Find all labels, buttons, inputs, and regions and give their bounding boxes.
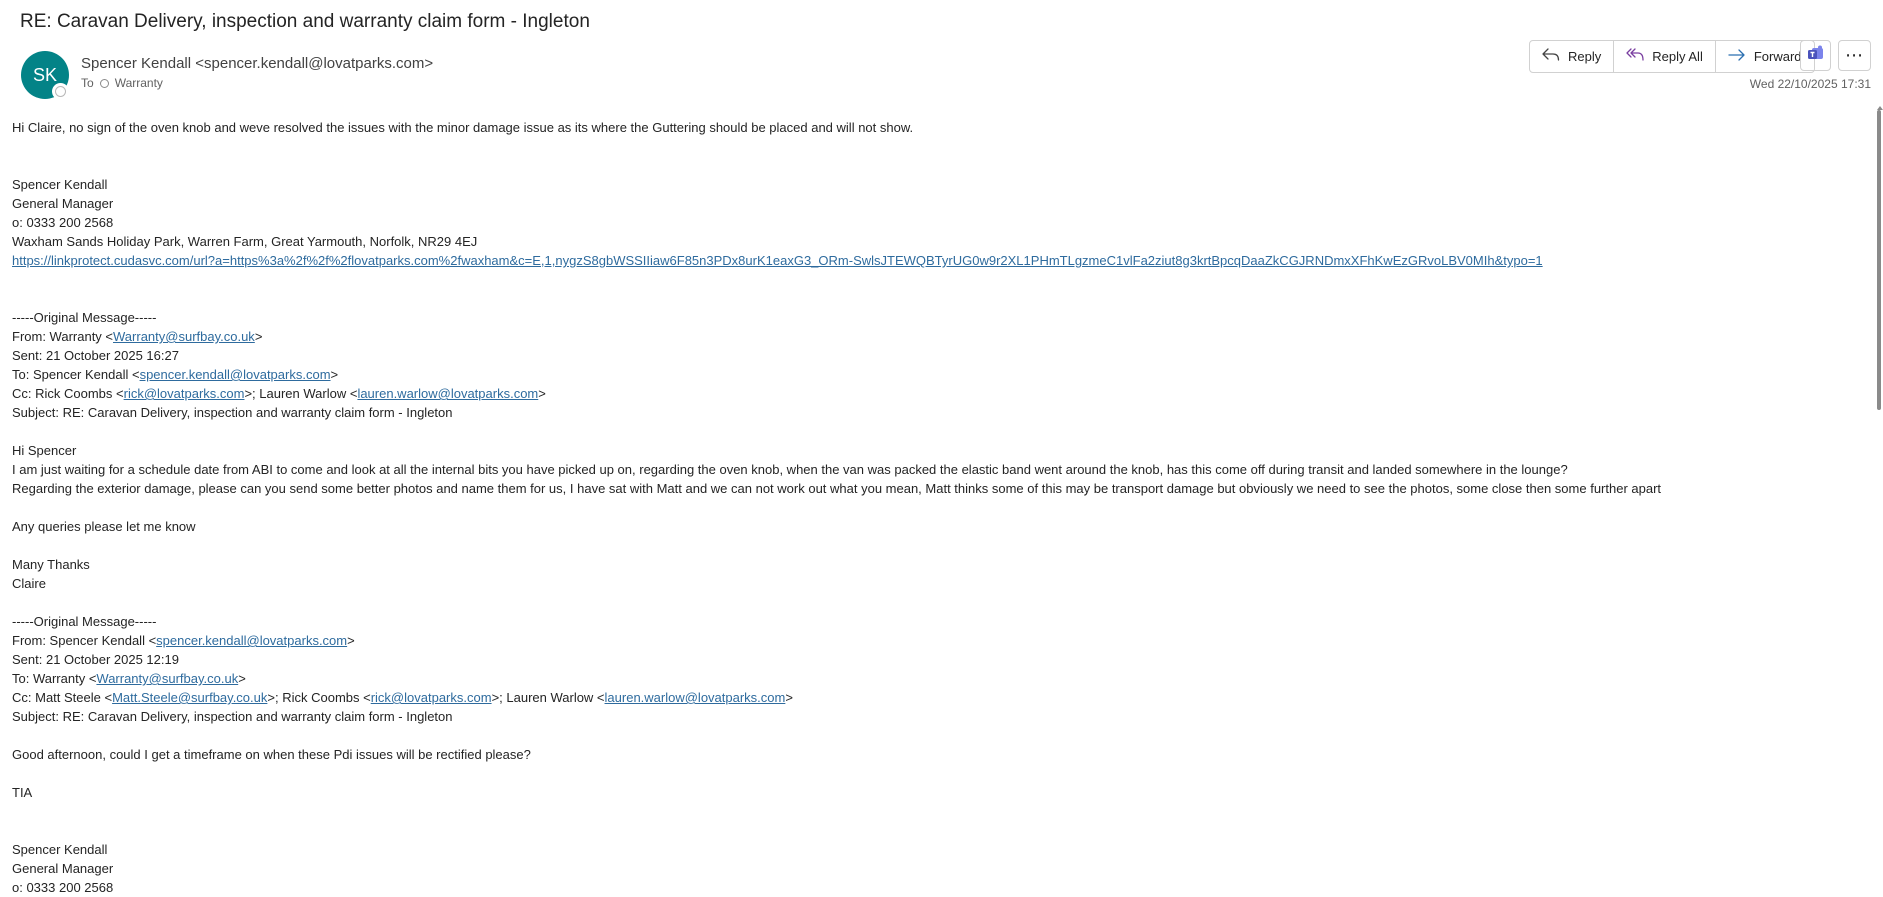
orig1-cc-email-2[interactable]: lauren.warlow@lovatparks.com: [357, 386, 538, 401]
sig2-name: Spencer Kendall: [12, 842, 108, 857]
orig2-subject: Subject: RE: Caravan Delivery, inspectio…: [12, 709, 453, 724]
email-body: Hi Claire, no sign of the oven knob and …: [12, 118, 1872, 897]
sig2-title: General Manager: [12, 861, 114, 876]
reply-button[interactable]: Reply: [1530, 41, 1615, 72]
orig1-cc: Cc: Rick Coombs <rick@lovatparks.com>; L…: [12, 386, 546, 401]
sig1-title: General Manager: [12, 196, 114, 211]
orig2-from-email[interactable]: spencer.kendall@lovatparks.com: [156, 633, 347, 648]
orig1-marker: -----Original Message-----: [12, 310, 157, 325]
orig2-cc-email-1[interactable]: Matt.Steele@surfbay.co.uk: [112, 690, 267, 705]
reply-icon: [1542, 48, 1560, 65]
orig1-to-email[interactable]: spencer.kendall@lovatparks.com: [140, 367, 331, 382]
orig1-from-email[interactable]: Warranty@surfbay.co.uk: [113, 329, 255, 344]
sig1-link[interactable]: https://linkprotect.cudasvc.com/url?a=ht…: [12, 253, 1543, 268]
scrollbar[interactable]: [1877, 106, 1883, 884]
orig2-cc-email-2[interactable]: rick@lovatparks.com: [371, 690, 492, 705]
orig1-paragraph-2: Regarding the exterior damage, please ca…: [12, 481, 1662, 496]
orig2-to: To: Warranty <Warranty@surfbay.co.uk>: [12, 671, 246, 686]
orig2-paragraph-2: TIA: [12, 785, 33, 800]
forward-button[interactable]: Forward: [1716, 41, 1814, 72]
recipient-presence-icon: [99, 78, 109, 88]
more-options-button[interactable]: ⋯: [1838, 40, 1871, 71]
presence-status-icon: [55, 86, 66, 97]
sig1-address: Waxham Sands Holiday Park, Warren Farm, …: [12, 234, 478, 249]
orig2-to-email[interactable]: Warranty@surfbay.co.uk: [96, 671, 238, 686]
orig2-cc: Cc: Matt Steele <Matt.Steele@surfbay.co.…: [12, 690, 793, 705]
reply-all-label: Reply All: [1652, 49, 1703, 64]
orig1-paragraph-1: I am just waiting for a schedule date fr…: [12, 462, 1568, 477]
orig2-cc-email-3[interactable]: lauren.warlow@lovatparks.com: [605, 690, 786, 705]
orig1-to: To: Spencer Kendall <spencer.kendall@lov…: [12, 367, 339, 382]
reply-label: Reply: [1568, 49, 1602, 64]
orig2-from: From: Spencer Kendall <spencer.kendall@l…: [12, 633, 355, 648]
sig2-phone: o: 0333 200 2568: [12, 880, 114, 895]
forward-icon: [1728, 48, 1746, 65]
reply-all-button[interactable]: Reply All: [1614, 41, 1716, 72]
reply-actions-group: Reply Reply All Forward: [1529, 40, 1815, 73]
orig1-name: Claire: [12, 576, 46, 591]
sig1-name: Spencer Kendall: [12, 177, 108, 192]
to-label: To: [81, 76, 94, 90]
more-icon: ⋯: [1845, 45, 1864, 65]
to-line: To Warranty: [81, 76, 163, 90]
teams-button[interactable]: [1800, 40, 1831, 71]
orig2-marker: -----Original Message-----: [12, 614, 157, 629]
scrollbar-thumb[interactable]: [1877, 110, 1881, 410]
to-recipient[interactable]: Warranty: [115, 76, 163, 90]
orig2-sent: Sent: 21 October 2025 12:19: [12, 652, 179, 667]
orig2-paragraph-1: Good afternoon, could I get a timeframe …: [12, 747, 531, 762]
teams-icon: [1807, 45, 1825, 66]
sent-date: Wed 22/10/2025 17:31: [1749, 77, 1871, 91]
reply-all-icon: [1626, 48, 1644, 65]
orig1-thanks: Many Thanks: [12, 557, 90, 572]
sender-name[interactable]: Spencer Kendall <spencer.kendall@lovatpa…: [81, 55, 433, 72]
orig1-sent: Sent: 21 October 2025 16:27: [12, 348, 179, 363]
sig1-phone: o: 0333 200 2568: [12, 215, 114, 230]
orig1-cc-email-1[interactable]: rick@lovatparks.com: [124, 386, 245, 401]
intro-text: Hi Claire, no sign of the oven knob and …: [12, 120, 914, 135]
orig1-subject: Subject: RE: Caravan Delivery, inspectio…: [12, 405, 453, 420]
forward-label: Forward: [1753, 49, 1802, 64]
orig1-greeting: Hi Spencer: [12, 443, 77, 458]
orig1-queries: Any queries please let me know: [12, 519, 196, 534]
email-subject: RE: Caravan Delivery, inspection and war…: [20, 11, 590, 32]
orig1-from: From: Warranty <Warranty@surfbay.co.uk>: [12, 329, 263, 344]
